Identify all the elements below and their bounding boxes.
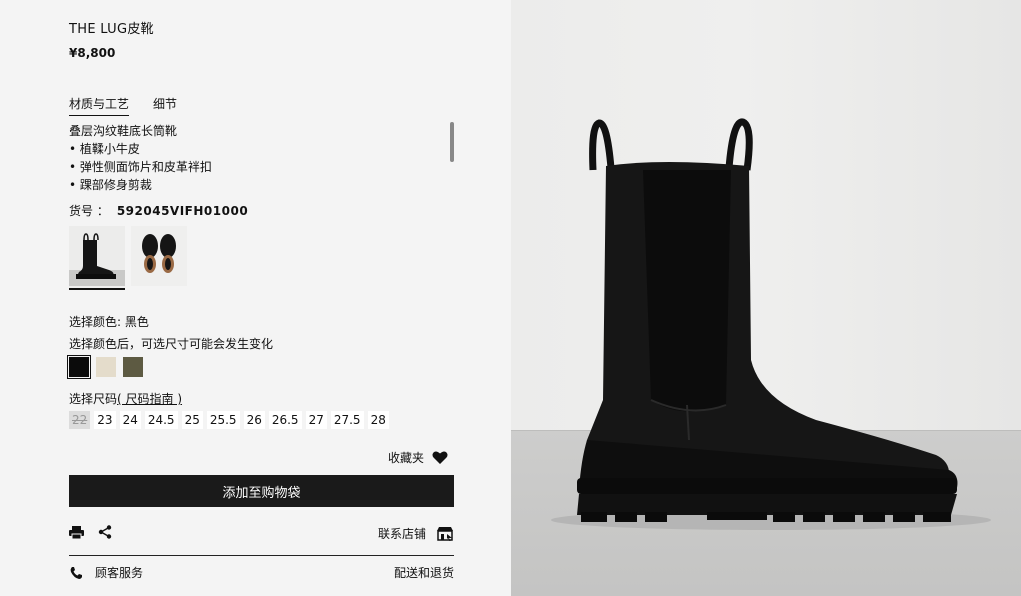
size-option[interactable]: 25.5 xyxy=(206,411,240,429)
size-option[interactable]: 28 xyxy=(367,411,389,429)
description-line: 叠层沟纹鞋底长筒靴 xyxy=(69,124,178,138)
customer-service-label: 顾客服务 xyxy=(95,566,144,580)
swatch-black[interactable] xyxy=(67,355,91,379)
contact-store-label: 联系店铺 xyxy=(377,527,426,541)
product-price: ¥8,800 xyxy=(69,46,116,60)
color-selection-label: 选择颜色: 黑色 xyxy=(69,315,149,329)
size-option[interactable]: 24 xyxy=(119,411,141,429)
customer-service-button[interactable]: 顾客服务 xyxy=(69,564,143,581)
size-option[interactable]: 26 xyxy=(243,411,265,429)
sku-value: 592045VIFH01000 xyxy=(116,204,249,218)
product-description: 叠层沟纹鞋底长筒靴 • 植鞣小牛皮 • 弹性侧面饰片和皮革袢扣 • 踝部修身剪裁 xyxy=(69,122,439,194)
swatch-cream[interactable] xyxy=(96,357,116,377)
phone-icon xyxy=(69,566,83,580)
product-title: THE LUG皮靴 xyxy=(69,22,154,37)
sku-row: 货号 ： 592045VIFH01000 xyxy=(69,202,248,219)
color-selection-note: 选择颜色后，可选尺寸可能会发生变化 xyxy=(69,337,274,351)
heart-icon xyxy=(432,450,448,465)
size-option: 22 xyxy=(69,411,91,429)
contact-store-button[interactable]: 联系店铺 xyxy=(378,525,454,542)
favorites-button[interactable]: 收藏夹 xyxy=(388,449,448,466)
boot-illustration xyxy=(551,118,991,530)
size-label-text: 选择尺码 xyxy=(69,392,118,406)
size-selection-label: 选择尺码( 尺码指南 ) xyxy=(69,390,182,407)
share-icon[interactable] xyxy=(98,525,112,539)
thumbnail-side-view[interactable] xyxy=(69,226,125,290)
utility-row: 联系店铺 xyxy=(69,525,454,545)
color-swatches xyxy=(67,355,143,379)
info-tabs: 材质与工艺 细节 xyxy=(69,95,177,116)
tab-materials[interactable]: 材质与工艺 xyxy=(69,95,130,116)
size-option[interactable]: 27 xyxy=(305,411,327,429)
size-option[interactable]: 25 xyxy=(181,411,203,429)
thumbnail-top-view[interactable] xyxy=(131,226,187,286)
service-row: 顾客服务 配送和退货 xyxy=(69,564,454,584)
description-line: • 踝部修身剪裁 xyxy=(69,178,152,192)
favorites-label: 收藏夹 xyxy=(388,451,425,465)
sku-label: 货号 ： xyxy=(69,204,109,218)
swatch-olive[interactable] xyxy=(123,357,143,377)
description-scrollbar[interactable] xyxy=(450,122,454,162)
size-option[interactable]: 23 xyxy=(94,411,116,429)
size-option[interactable]: 27.5 xyxy=(330,411,364,429)
scrollbar-thumb[interactable] xyxy=(450,122,454,162)
add-to-bag-button[interactable]: 添加至购物袋 xyxy=(69,475,454,507)
size-guide-link[interactable]: ( 尺码指南 ) xyxy=(117,392,182,406)
footer-divider xyxy=(69,555,454,556)
description-line: • 植鞣小牛皮 xyxy=(69,142,140,156)
size-option[interactable]: 26.5 xyxy=(268,411,302,429)
size-option[interactable]: 24.5 xyxy=(144,411,178,429)
printer-icon[interactable] xyxy=(69,525,84,539)
delivery-returns-link[interactable]: 配送和退货 xyxy=(394,564,454,581)
product-thumbnails xyxy=(69,226,187,290)
description-line: • 弹性侧面饰片和皮革袢扣 xyxy=(69,160,212,174)
size-options: 22 23 24 24.5 25 25.5 26 26.5 27 27.5 28 xyxy=(69,411,389,429)
product-image xyxy=(511,0,1021,596)
utility-icons xyxy=(69,525,112,539)
store-icon xyxy=(436,526,454,541)
product-info-panel: THE LUG皮靴 ¥8,800 材质与工艺 细节 叠层沟纹鞋底长筒靴 • 植鞣… xyxy=(0,0,511,596)
tab-details[interactable]: 细节 xyxy=(153,95,177,116)
